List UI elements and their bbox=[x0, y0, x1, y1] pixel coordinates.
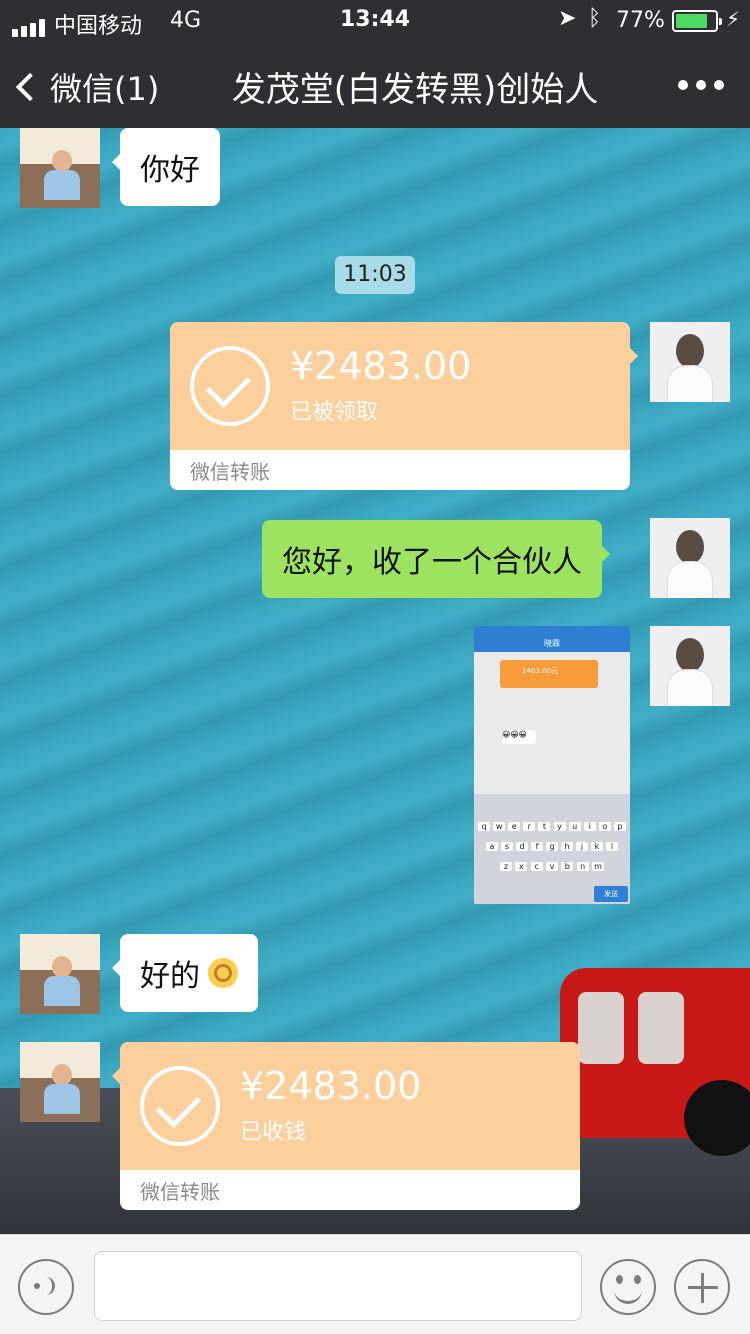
location-icon: ➤ bbox=[558, 6, 577, 31]
contact-avatar[interactable] bbox=[20, 934, 100, 1014]
thumb-key: k bbox=[591, 842, 603, 851]
my-avatar[interactable] bbox=[650, 322, 730, 402]
outgoing-message[interactable]: 您好，收了一个合伙人 bbox=[262, 520, 610, 598]
voice-icon[interactable] bbox=[18, 1259, 74, 1315]
chat-title: 发茂堂(白发转黑)创始人 bbox=[231, 70, 599, 110]
charging-icon: ⚡ bbox=[726, 7, 741, 31]
back-label: 微信(1) bbox=[50, 70, 160, 108]
thumb-key: e bbox=[508, 822, 521, 831]
more-icon[interactable] bbox=[678, 80, 724, 90]
thumb-key: w bbox=[493, 822, 506, 831]
my-avatar[interactable] bbox=[650, 518, 730, 598]
thumb-key: f bbox=[531, 842, 543, 851]
thumb-card-amount: 2483.00元 bbox=[522, 667, 558, 675]
top-bar: 中国移动 4G 13:44 ➤ ᛒ 77% ⚡ 微信(1) 发茂堂(白发转黑)创… bbox=[0, 0, 750, 128]
thumb-key: s bbox=[501, 842, 513, 851]
incoming-message[interactable]: 你好 bbox=[112, 128, 220, 206]
bluetooth-icon: ᛒ bbox=[588, 6, 602, 31]
thumb-key: u bbox=[568, 822, 581, 831]
plus-icon[interactable] bbox=[674, 1259, 730, 1315]
thumb-key: t bbox=[538, 822, 551, 831]
thumb-send-key: 发送 bbox=[594, 886, 628, 902]
emoji-icon[interactable] bbox=[600, 1259, 656, 1315]
status-bar: 中国移动 4G 13:44 ➤ ᛒ 77% ⚡ bbox=[0, 0, 750, 40]
thumb-key: h bbox=[561, 842, 573, 851]
transfer-amount: ¥2483.00 bbox=[290, 344, 472, 388]
thumb-key: b bbox=[561, 862, 574, 871]
battery-icon bbox=[672, 10, 722, 32]
background-car bbox=[560, 968, 750, 1168]
thumb-key: i bbox=[583, 822, 596, 831]
thumb-key: g bbox=[546, 842, 558, 851]
transfer-footer: 微信转账 bbox=[140, 1180, 220, 1204]
time-divider: 11:03 bbox=[335, 256, 415, 294]
my-avatar[interactable] bbox=[650, 626, 730, 706]
message-input[interactable] bbox=[94, 1251, 582, 1321]
check-circle-icon bbox=[140, 1066, 220, 1146]
transfer-amount: ¥2483.00 bbox=[240, 1064, 422, 1108]
thumb-emoji-bubble: 😀😀😀 bbox=[502, 730, 536, 744]
thumb-key: q bbox=[478, 822, 490, 831]
back-chevron-icon bbox=[15, 72, 45, 102]
input-bar bbox=[0, 1234, 750, 1334]
message-text: 好的 bbox=[140, 959, 200, 994]
screenshot-image[interactable]: 晓霖 2483.00元 😀😀😀 qwertyuiop asdfghjkl zxc… bbox=[474, 626, 630, 904]
thumb-key: v bbox=[545, 862, 558, 871]
thumb-key: l bbox=[606, 842, 618, 851]
thumb-key: a bbox=[486, 842, 498, 851]
transfer-card-outgoing[interactable]: ¥2483.00 已被领取 微信转账 bbox=[170, 322, 638, 490]
transfer-status: 已被领取 bbox=[290, 400, 379, 425]
thumb-key: p bbox=[613, 822, 626, 831]
transfer-footer: 微信转账 bbox=[190, 460, 270, 484]
transfer-status: 已收钱 bbox=[240, 1120, 307, 1145]
thumb-key: r bbox=[523, 822, 536, 831]
back-button[interactable]: 微信(1) bbox=[15, 64, 160, 110]
thumb-key: j bbox=[576, 842, 588, 851]
contact-avatar[interactable] bbox=[20, 128, 100, 208]
chat-area[interactable]: 你好 11:03 ¥2483.00 已被领取 微信转账 您好，收了一个合伙人 晓… bbox=[0, 128, 750, 1234]
contact-avatar[interactable] bbox=[20, 1042, 100, 1122]
thumb-keyboard: qwertyuiop asdfghjkl zxcvbnm 发送 bbox=[474, 794, 630, 904]
thumb-key: x bbox=[515, 862, 528, 871]
ok-hand-emoji-icon bbox=[208, 958, 238, 988]
transfer-card-incoming[interactable]: ¥2483.00 已收钱 微信转账 bbox=[112, 1042, 580, 1210]
thumb-key: y bbox=[553, 822, 566, 831]
battery-percent: 77% bbox=[616, 8, 665, 33]
thumb-key: c bbox=[530, 862, 543, 871]
thumb-title: 晓霖 bbox=[544, 639, 560, 648]
thumb-key: n bbox=[576, 862, 589, 871]
incoming-message[interactable]: 好的 bbox=[112, 934, 258, 1012]
message-text: 你好 bbox=[140, 153, 200, 188]
thumb-key: d bbox=[516, 842, 528, 851]
check-circle-icon bbox=[190, 346, 270, 426]
thumb-key: m bbox=[591, 862, 604, 871]
thumb-key: o bbox=[598, 822, 611, 831]
thumb-key: z bbox=[500, 862, 512, 871]
nav-bar: 微信(1) 发茂堂(白发转黑)创始人 bbox=[0, 40, 750, 128]
message-text: 您好，收了一个合伙人 bbox=[282, 545, 582, 580]
